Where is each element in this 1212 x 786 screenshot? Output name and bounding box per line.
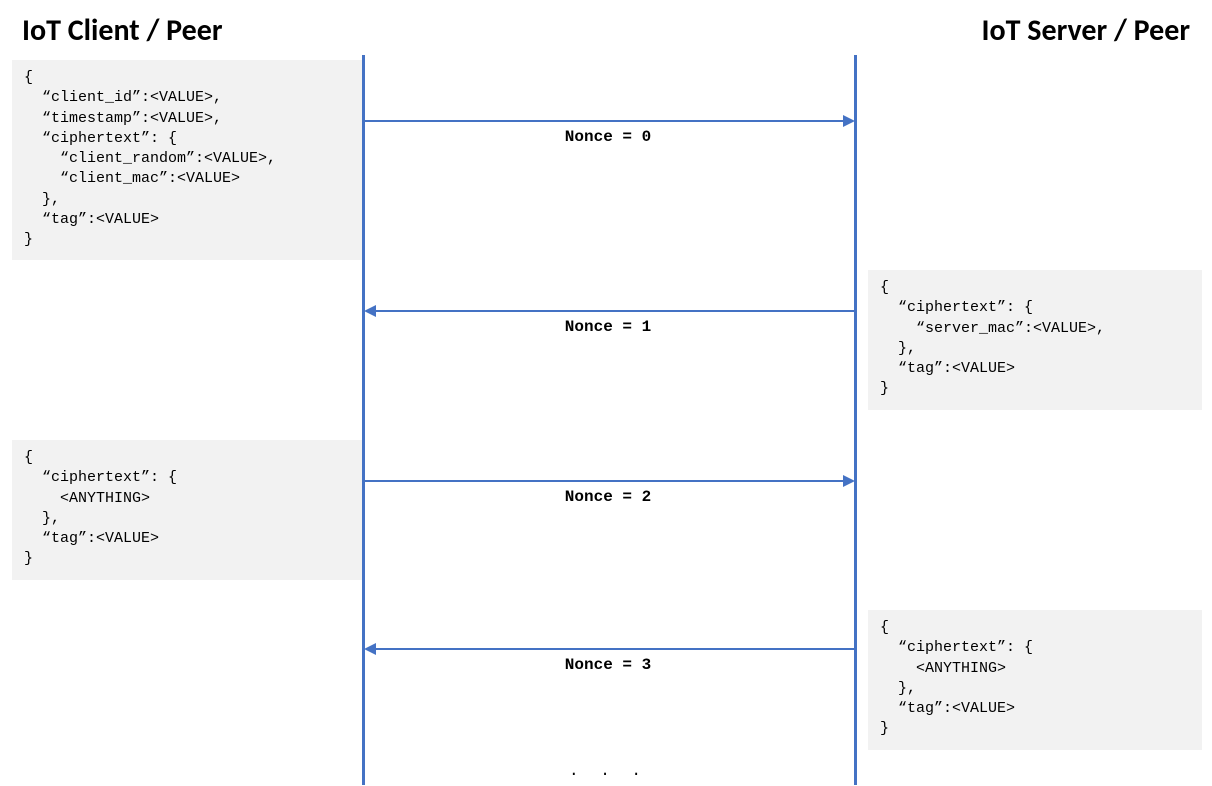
server-title: IoT Server / Peer — [982, 12, 1190, 49]
client-lifeline — [362, 55, 365, 785]
label-nonce-3: Nonce = 3 — [368, 656, 848, 674]
label-nonce-2: Nonce = 2 — [368, 488, 848, 506]
arrow-nonce-3 — [376, 648, 854, 650]
sequence-diagram: IoT Client / Peer IoT Server / Peer { “c… — [0, 0, 1212, 786]
server-data-payload: { “ciphertext”: { <ANYTHING> }, “tag”:<V… — [868, 610, 1202, 750]
server-lifeline — [854, 55, 857, 785]
arrow-nonce-0 — [365, 120, 843, 122]
arrow-nonce-2-head — [843, 475, 855, 487]
client-data-payload: { “ciphertext”: { <ANYTHING> }, “tag”:<V… — [12, 440, 362, 580]
arrow-nonce-0-head — [843, 115, 855, 127]
label-nonce-1: Nonce = 1 — [368, 318, 848, 336]
arrow-nonce-2 — [365, 480, 843, 482]
client-hello-payload: { “client_id”:<VALUE>, “timestamp”:<VALU… — [12, 60, 362, 260]
label-nonce-0: Nonce = 0 — [368, 128, 848, 146]
arrow-nonce-1-head — [364, 305, 376, 317]
server-hello-payload: { “ciphertext”: { “server_mac”:<VALUE>, … — [868, 270, 1202, 410]
arrow-nonce-1 — [376, 310, 854, 312]
client-title: IoT Client / Peer — [22, 12, 223, 49]
continuation-ellipsis: . . . — [368, 762, 848, 780]
arrow-nonce-3-head — [364, 643, 376, 655]
